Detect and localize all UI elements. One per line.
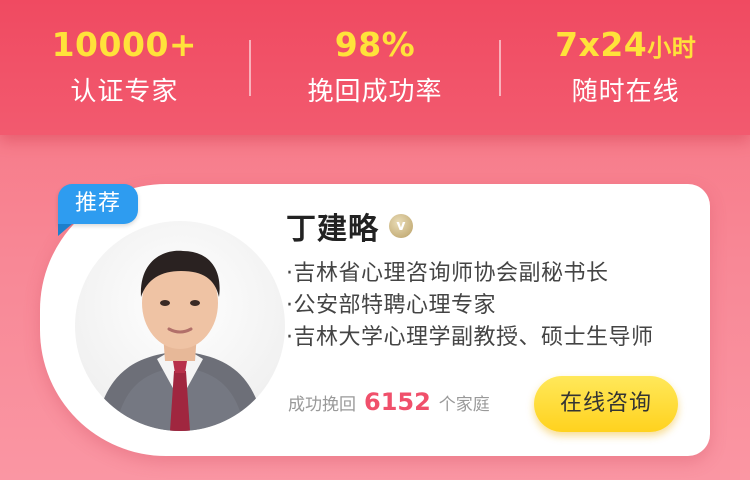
stat-value: 98% [334, 25, 416, 64]
avatar [75, 221, 285, 431]
stats-bar: 10000+ 认证专家 98% 挽回成功率 7x24小时 随时在线 [0, 0, 750, 135]
expert-titles: ·吉林省心理咨询师协会副秘书长 ·公安部特聘心理专家 ·吉林大学心理学副教授、硕… [286, 258, 654, 354]
verified-icon: v [389, 214, 413, 238]
stat-value: 7x24小时 [555, 25, 697, 64]
title-item: ·吉林省心理咨询师协会副秘书长 [286, 261, 609, 286]
stat-value: 10000+ [51, 25, 198, 64]
title-item: ·吉林大学心理学副教授、硕士生导师 [286, 325, 654, 350]
help-suffix: 个家庭 [438, 395, 490, 415]
avatar-portrait [95, 250, 265, 431]
expert-name-row: 丁建略 v [286, 206, 413, 247]
stat-label: 挽回成功率 [307, 77, 443, 107]
help-stats: 成功挽回 6152 个家庭 [288, 388, 490, 424]
stat-label: 随时在线 [571, 77, 680, 107]
expert-name: 丁建略 [286, 212, 379, 247]
stat-success-rate: 98% 挽回成功率 [251, 0, 500, 135]
stat-experts: 10000+ 认证专家 [0, 0, 249, 135]
stat-online: 7x24小时 随时在线 [501, 0, 750, 135]
stat-label: 认证专家 [70, 77, 179, 107]
help-count: 6152 [364, 388, 431, 416]
help-prefix: 成功挽回 [288, 395, 356, 415]
recommend-badge: 推荐 [58, 184, 138, 236]
consult-online-button[interactable]: 在线咨询 [534, 376, 678, 432]
title-item: ·公安部特聘心理专家 [286, 293, 496, 318]
